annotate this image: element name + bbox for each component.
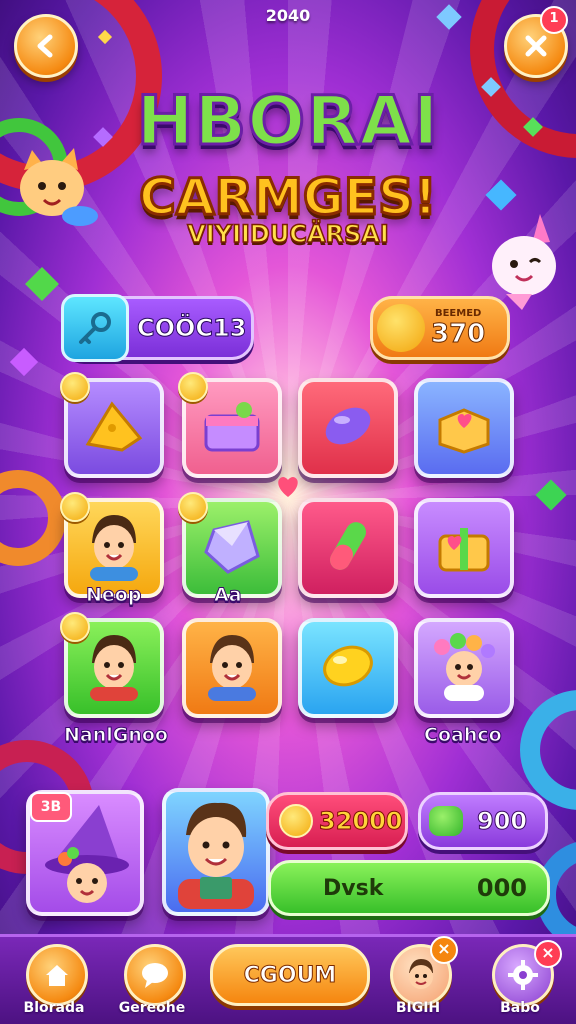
grid-tile[interactable] — [298, 618, 398, 718]
score-value: 370 — [430, 318, 486, 349]
heart-gift-icon — [432, 518, 496, 578]
code-text: COÖC13 — [136, 314, 247, 343]
settings-close-icon[interactable]: × — [534, 940, 562, 968]
progress-label: Dvsk — [323, 875, 384, 901]
notification-badge: 1 — [540, 6, 568, 34]
nav-chat-label: Gereohe — [118, 1000, 186, 1016]
nav-home-label: Blorada — [23, 1000, 85, 1016]
tile-label: Aa — [214, 584, 243, 607]
grid-tile[interactable] — [298, 378, 398, 478]
nav-settings-label: Babo — [500, 1000, 540, 1016]
crystal-gem-icon — [200, 516, 264, 580]
progress-bar: Dvsk 000 — [268, 860, 550, 916]
kid-avatar-icon — [82, 631, 146, 705]
nav-profile-label: BIGIH — [395, 1000, 441, 1016]
grid-tile[interactable] — [414, 498, 514, 598]
tile-label: NanlGnoo — [64, 724, 169, 747]
cheese-icon — [82, 398, 146, 458]
code-pill[interactable]: COÖC13 — [61, 294, 254, 362]
gear-icon — [508, 960, 538, 990]
gift-box-icon — [200, 398, 264, 458]
center-action-button[interactable]: CGOUM — [210, 944, 370, 1006]
tile-label: Coahco — [424, 724, 503, 747]
progress-value: 000 — [476, 874, 527, 902]
game-screen: 2040 1 HBORAI CARMGES! VIYIIDUCÄRSAI COÖ… — [0, 0, 576, 1024]
grid-tile[interactable] — [414, 618, 514, 718]
grid-tile[interactable] — [182, 618, 282, 718]
hero-card[interactable] — [162, 788, 270, 916]
wizard-badge: 3B — [30, 792, 72, 822]
coin-icon — [279, 804, 313, 838]
capsule-icon — [316, 516, 380, 580]
heart-icon — [274, 472, 302, 500]
gems-pill: 900 — [418, 792, 548, 850]
heart-box-icon — [432, 398, 496, 458]
nav-chat-button[interactable] — [124, 944, 186, 1006]
flower-kid-icon — [428, 631, 500, 705]
center-action-label: CGOUM — [243, 962, 337, 988]
profile-close-icon[interactable]: × — [430, 936, 458, 964]
close-icon — [525, 35, 547, 57]
cheese-score-icon — [377, 304, 425, 352]
grid-tile[interactable] — [298, 498, 398, 598]
game-title-line2: CARMGES! — [138, 167, 439, 228]
chevron-left-icon — [37, 34, 53, 58]
game-title-line3: VIYIIDUCÄRSAI — [186, 219, 389, 249]
gems-value: 900 — [476, 807, 528, 836]
home-icon — [46, 965, 68, 986]
chat-icon — [142, 963, 168, 988]
boy-avatar-icon — [82, 511, 146, 585]
coins-value: 32000 — [319, 807, 403, 836]
lemon-candy-icon — [316, 638, 380, 698]
coins-pill: 32000 — [266, 792, 408, 850]
coin-badge-icon — [60, 612, 90, 642]
game-title-line1: HBORAI — [135, 81, 440, 163]
score-pill: BEEMED 370 — [370, 296, 510, 360]
top-counter: 2040 — [265, 6, 311, 25]
key-icon — [61, 294, 129, 362]
coin-badge-icon — [178, 372, 208, 402]
girl-avatar-icon — [200, 631, 264, 705]
grid-tile[interactable] — [414, 378, 514, 478]
nav-home-button[interactable] — [26, 944, 88, 1006]
coin-badge-icon — [60, 492, 90, 522]
jelly-bean-icon — [316, 398, 380, 458]
hero-boy-icon — [178, 802, 254, 909]
score-label: BEEMED — [434, 307, 482, 319]
coin-badge-icon — [60, 372, 90, 402]
tile-label: Neop — [85, 584, 142, 607]
green-gem-icon — [429, 806, 463, 836]
coin-badge-icon — [178, 492, 208, 522]
